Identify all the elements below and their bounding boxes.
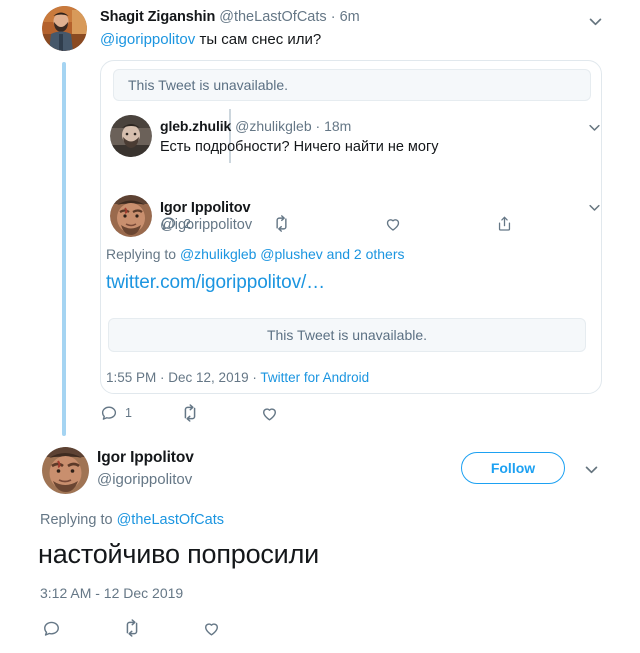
author-handle[interactable]: @theLastOfCats [219, 9, 326, 25]
retweet-button[interactable] [272, 214, 298, 233]
avatar[interactable] [42, 6, 87, 51]
like-button[interactable] [260, 404, 286, 423]
timestamp-relative[interactable]: 18m [324, 118, 351, 134]
like-icon [205, 622, 218, 636]
tweet-two-replying-to: Replying to @theLastOfCats [40, 512, 224, 528]
replying-to-prefix: Replying to [40, 512, 117, 528]
retweet-icon [276, 215, 287, 232]
meta-separator: · [330, 9, 336, 25]
like-icon [386, 218, 400, 231]
tweet-unavailable-notice-bottom: This Tweet is unavailable. [108, 318, 586, 352]
timestamp-time: 1:55 PM [106, 370, 157, 385]
retweet-button[interactable] [122, 618, 149, 638]
author-handle[interactable]: @igorippolitov [160, 217, 252, 233]
replying-to-handles[interactable]: @zhulikgleb @plushev [180, 246, 323, 262]
follow-button[interactable]: Follow [461, 452, 565, 484]
author-handle[interactable]: @igorippolitov [97, 471, 192, 488]
quoted-tweet-timestamp: 1:55 PM · Dec 12, 2019 · Twitter for And… [106, 370, 369, 385]
replying-to-prefix: Replying to [106, 246, 180, 262]
avatar-image-igor-nested [110, 195, 152, 237]
reply-count: 1 [125, 406, 132, 420]
replying-to-suffix[interactable]: and 2 others [323, 246, 405, 262]
chevron-down-icon[interactable] [583, 461, 600, 478]
thread-connector-line [62, 62, 66, 436]
author-handle[interactable]: @zhulikgleb [235, 118, 311, 134]
avatar-image-gleb [110, 115, 152, 157]
avatar[interactable] [110, 195, 152, 237]
shared-link[interactable]: twitter.com/igorippolitov/… [106, 272, 325, 294]
meta-separator: · [315, 118, 321, 134]
timestamp-sep-1: · [156, 370, 169, 385]
nested-tweet-header: gleb.zhulik @zhulikgleb · 18m [160, 118, 351, 134]
chevron-down-icon[interactable] [587, 120, 602, 135]
tweet-one-body: @igorippolitov ты сам снес или? [100, 30, 321, 50]
retweet-icon [126, 619, 138, 637]
share-icon [498, 216, 511, 231]
author-name[interactable]: Igor Ippolitov [97, 449, 194, 467]
reply-button[interactable]: 1 [100, 404, 132, 422]
tweet-one-header: Shagit Ziganshin @theLastOfCats · 6m [100, 9, 360, 25]
replying-to-handle[interactable]: @theLastOfCats [117, 512, 224, 528]
reply-icon [44, 621, 59, 636]
retweet-icon [184, 404, 196, 422]
twitter-thread-screenshot: Shagit Ziganshin @theLastOfCats · 6m @ig… [0, 0, 640, 653]
like-button[interactable] [202, 619, 228, 638]
tweet-two-text: настойчиво попросили [38, 539, 320, 569]
tweet-two-timestamp[interactable]: 3:12 AM - 12 Dec 2019 [40, 585, 183, 601]
tweet-client-link[interactable]: Twitter for Android [260, 370, 369, 385]
author-name[interactable]: gleb.zhulik [160, 118, 231, 134]
tweet-one-actions: 1 [100, 403, 286, 423]
avatar-image-shagit [42, 6, 87, 51]
timestamp-sep-2: · [248, 370, 261, 385]
tweet-unavailable-notice-top: This Tweet is unavailable. [113, 69, 591, 101]
tweet-one-text: ты сам снес или? [199, 31, 322, 48]
like-icon [263, 407, 276, 421]
reply-button[interactable] [42, 619, 68, 638]
quoted-replying-to: Replying to @zhulikgleb @plushev and 2 o… [106, 246, 405, 262]
share-button[interactable] [496, 215, 520, 232]
timestamp-relative[interactable]: 6m [340, 9, 360, 25]
avatar-image-igor [42, 447, 89, 494]
chevron-down-icon[interactable] [587, 13, 604, 30]
tweet-two-actions [42, 618, 228, 638]
avatar[interactable] [42, 447, 89, 494]
retweet-button[interactable] [180, 403, 207, 423]
like-button[interactable] [384, 215, 409, 233]
author-name[interactable]: Igor Ippolitov [160, 200, 251, 216]
author-name[interactable]: Shagit Ziganshin [100, 9, 215, 25]
reply-icon [101, 406, 117, 420]
chevron-down-icon[interactable] [587, 200, 602, 215]
timestamp-date: Dec 12, 2019 [168, 370, 249, 385]
avatar[interactable] [110, 115, 152, 157]
mention-link[interactable]: @igorippolitov [100, 31, 195, 48]
nested-tweet-text: Есть подробности? Ничего найти не могу [160, 139, 439, 155]
